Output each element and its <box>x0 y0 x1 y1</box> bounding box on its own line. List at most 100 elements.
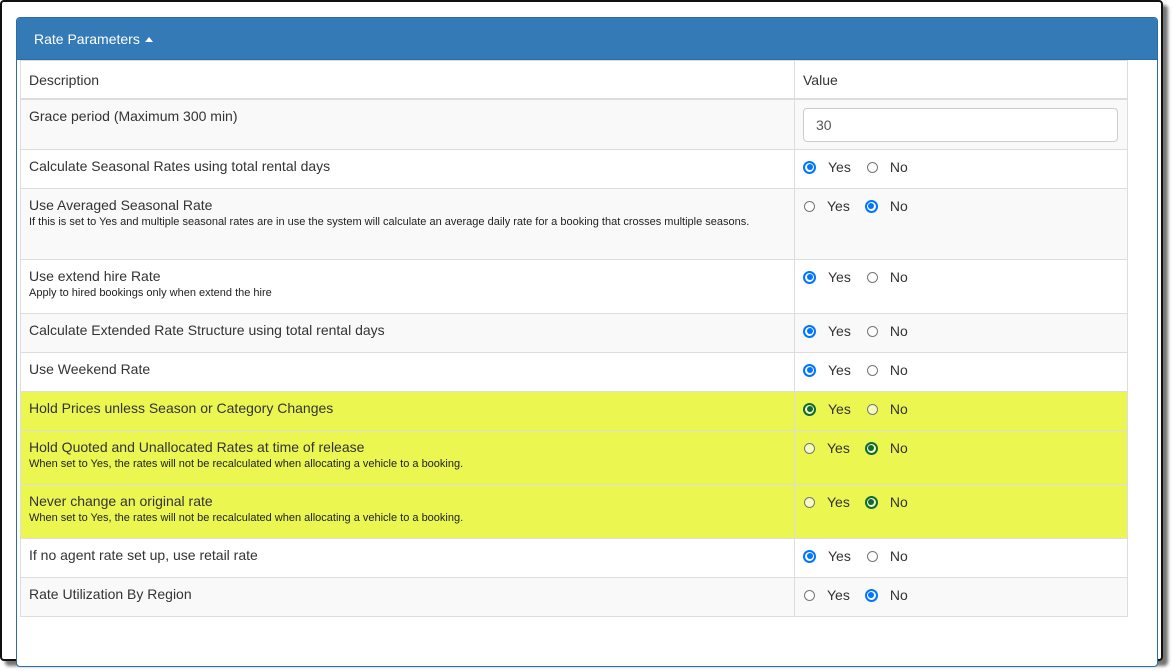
row-description: Rate Utilization By Region <box>20 577 795 617</box>
radio-option-no[interactable]: No <box>866 269 908 285</box>
radio-button[interactable] <box>866 161 878 173</box>
row-value: Yes No <box>794 391 1128 431</box>
row-description: Never change an original rate When set to… <box>20 484 795 539</box>
table-row: Calculate Extended Rate Structure using … <box>20 313 1128 353</box>
row-value: Yes No <box>794 352 1128 392</box>
radio-button[interactable] <box>804 200 815 212</box>
grace-period-input[interactable] <box>803 107 1118 142</box>
row-help-text: Apply to hired bookings only when extend… <box>29 287 272 299</box>
rate-parameters-table: Description Value Grace period (Maximum … <box>20 60 1128 617</box>
radio-option-yes[interactable]: Yes <box>803 494 850 510</box>
radio-label: No <box>889 401 908 417</box>
panel-title: Rate Parameters <box>34 30 140 47</box>
radio-option-no[interactable]: No <box>864 440 908 456</box>
radio-label: Yes <box>827 494 850 510</box>
radio-label: No <box>889 269 908 285</box>
table-body: Grace period (Maximum 300 min) Calculate… <box>20 98 1128 617</box>
row-label: Calculate Extended Rate Structure using … <box>29 322 385 338</box>
radio-group: Yes No <box>803 361 1119 379</box>
table-row: Hold Quoted and Unallocated Rates at tim… <box>20 430 1128 485</box>
radio-label: Yes <box>828 548 851 564</box>
radio-button[interactable] <box>864 588 878 602</box>
radio-option-yes[interactable]: Yes <box>803 198 850 214</box>
radio-option-yes[interactable]: Yes <box>803 269 851 285</box>
row-value: Yes No <box>794 538 1128 578</box>
radio-option-yes[interactable]: Yes <box>803 159 851 175</box>
radio-option-yes[interactable]: Yes <box>803 440 850 456</box>
radio-button[interactable] <box>864 441 878 455</box>
radio-button[interactable] <box>866 364 878 376</box>
radio-group: Yes No <box>803 439 1119 457</box>
radio-button[interactable] <box>803 549 816 563</box>
radio-option-no[interactable]: No <box>866 401 908 417</box>
radio-button[interactable] <box>864 495 878 509</box>
radio-label: No <box>889 159 908 175</box>
radio-option-no[interactable]: No <box>866 323 908 339</box>
radio-group: Yes No <box>803 586 1119 604</box>
row-label: Grace period (Maximum 300 min) <box>29 107 238 124</box>
radio-button[interactable] <box>804 442 815 454</box>
radio-button[interactable] <box>866 403 878 415</box>
table-row: Use Averaged Seasonal Rate If this is set… <box>20 188 1128 260</box>
radio-label: Yes <box>827 198 850 214</box>
radio-button[interactable] <box>803 402 816 416</box>
table-row: Use Weekend Rate Yes No <box>20 352 1128 392</box>
radio-label: Yes <box>828 362 851 378</box>
radio-label: Yes <box>828 323 851 339</box>
radio-label: Yes <box>828 159 851 175</box>
panel-heading-toggle[interactable]: Rate Parameters <box>17 18 1157 60</box>
radio-button[interactable] <box>864 199 878 213</box>
window-frame: Rate Parameters Description Value Grace … <box>0 0 1163 667</box>
table-row: If no agent rate set up, use retail rate… <box>20 538 1128 578</box>
row-description: Hold Prices unless Season or Category Ch… <box>20 391 795 431</box>
row-label: Calculate Seasonal Rates using total ren… <box>29 158 331 174</box>
table-row: Never change an original rate When set to… <box>20 484 1128 539</box>
radio-label: No <box>889 587 908 603</box>
radio-option-no[interactable]: No <box>866 362 908 378</box>
row-label: Hold Quoted and Unallocated Rates at tim… <box>29 439 365 455</box>
table-row: Grace period (Maximum 300 min) <box>20 98 1128 150</box>
radio-button[interactable] <box>866 550 878 562</box>
radio-option-yes[interactable]: Yes <box>803 401 851 417</box>
row-value: Yes No <box>794 430 1128 485</box>
radio-button[interactable] <box>803 363 816 377</box>
radio-group: Yes No <box>803 158 1119 176</box>
radio-option-no[interactable]: No <box>864 198 908 214</box>
row-description: Use Averaged Seasonal Rate If this is set… <box>20 188 795 260</box>
radio-option-no[interactable]: No <box>864 587 908 603</box>
radio-label: No <box>889 494 908 510</box>
radio-group: Yes No <box>803 493 1119 511</box>
row-help-text: If this is set to Yes and multiple seaso… <box>29 216 750 228</box>
radio-label: Yes <box>828 401 851 417</box>
radio-button[interactable] <box>803 270 816 284</box>
radio-option-yes[interactable]: Yes <box>803 323 851 339</box>
radio-option-yes[interactable]: Yes <box>803 362 851 378</box>
radio-option-yes[interactable]: Yes <box>803 587 850 603</box>
radio-button[interactable] <box>804 589 815 601</box>
row-description: Calculate Seasonal Rates using total ren… <box>20 149 795 189</box>
radio-option-no[interactable]: No <box>864 494 908 510</box>
row-label: Never change an original rate <box>29 493 213 509</box>
radio-option-no[interactable]: No <box>866 159 908 175</box>
radio-label: No <box>889 440 908 456</box>
row-description: Use extend hire Rate Apply to hired booki… <box>20 259 795 314</box>
radio-group: Yes No <box>803 400 1119 418</box>
radio-button[interactable] <box>804 496 815 508</box>
radio-group: Yes No <box>803 322 1119 340</box>
radio-option-yes[interactable]: Yes <box>803 548 851 564</box>
row-value: Yes No <box>794 188 1128 260</box>
row-label: Use Averaged Seasonal Rate <box>29 197 213 213</box>
row-value <box>794 98 1128 150</box>
radio-button[interactable] <box>866 325 878 337</box>
radio-button[interactable] <box>803 160 816 174</box>
row-description: Use Weekend Rate <box>20 352 795 392</box>
table-row: Calculate Seasonal Rates using total ren… <box>20 149 1128 189</box>
radio-button[interactable] <box>866 271 878 283</box>
row-description: Calculate Extended Rate Structure using … <box>20 313 795 353</box>
row-label: Use extend hire Rate <box>29 268 161 284</box>
radio-label: Yes <box>827 440 850 456</box>
radio-option-no[interactable]: No <box>866 548 908 564</box>
radio-button[interactable] <box>803 324 816 338</box>
row-value: Yes No <box>794 577 1128 617</box>
row-help-text: When set to Yes, the rates will not be r… <box>29 512 464 524</box>
